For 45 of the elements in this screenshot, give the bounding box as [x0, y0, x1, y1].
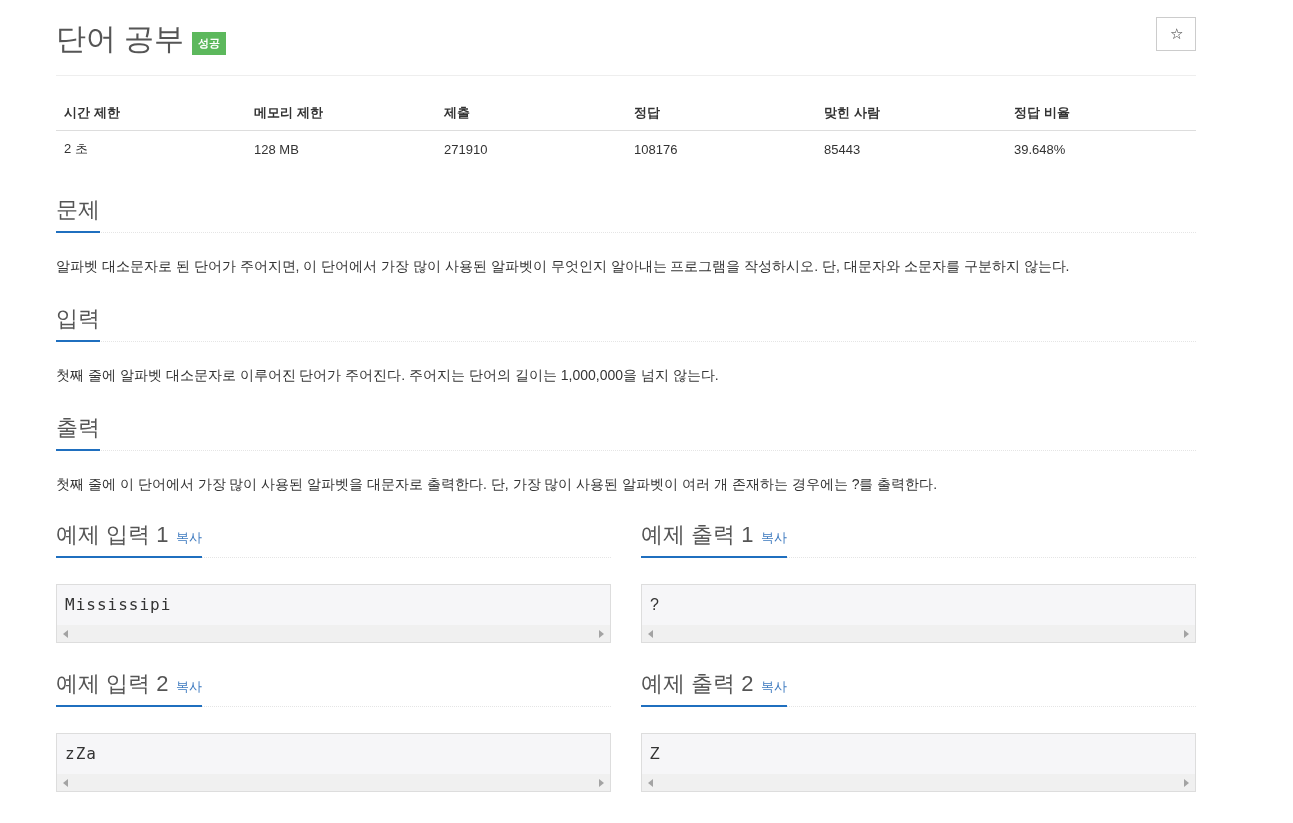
copy-link[interactable]: 복사	[761, 529, 788, 547]
sample-text: zZa	[64, 743, 98, 765]
sample-heading: 예제 출력 1	[641, 521, 754, 549]
scroll-left-icon[interactable]	[648, 778, 653, 787]
sample-heading: 예제 출력 2	[641, 670, 754, 698]
horizontal-scrollbar[interactable]	[57, 774, 610, 791]
sample-text: ?	[649, 595, 660, 615]
table-cell: 271910	[436, 130, 626, 167]
table-cell: 39.648%	[1006, 130, 1196, 167]
table-cell: 128 MB	[246, 130, 436, 167]
sample-heading: 예제 입력 1	[56, 521, 169, 549]
problem-title: 단어 공부	[56, 21, 185, 57]
sample-text: Mississipi	[64, 594, 173, 616]
column-header: 정답 비율	[1006, 96, 1196, 131]
column-header: 제출	[436, 96, 626, 131]
horizontal-scrollbar[interactable]	[642, 774, 1195, 791]
copy-link[interactable]: 복사	[761, 678, 788, 696]
scroll-left-icon[interactable]	[63, 629, 68, 638]
copy-link[interactable]: 복사	[176, 529, 203, 547]
result-badge: 성공	[192, 31, 227, 55]
section-text: 알파벳 대소문자로 된 단어가 주어지면, 이 단어에서 가장 많이 사용된 알파벳이 무엇인지 알아내는 프로그램을 작성하시오. 단, 대문자와 소문자를 구분하지 않는다.	[56, 257, 1071, 276]
scroll-left-icon[interactable]	[648, 629, 653, 638]
scroll-right-icon[interactable]	[1184, 629, 1189, 638]
sample-text: Z	[649, 744, 661, 764]
section-heading: 입력	[56, 304, 100, 342]
scroll-right-icon[interactable]	[1184, 778, 1189, 787]
scroll-right-icon[interactable]	[599, 629, 604, 638]
table-cell: 85443	[816, 130, 1006, 167]
copy-link[interactable]: 복사	[176, 678, 203, 696]
column-header: 메모리 제한	[246, 96, 436, 131]
table-cell: 108176	[626, 130, 816, 167]
table-cell: 2 초	[56, 130, 246, 167]
section-text: 첫째 줄에 알파벳 대소문자로 이루어진 단어가 주어진다. 주어지는 단어의 길이는 1,000,000을 넘지 않는다.	[56, 366, 720, 385]
column-header: 맞힌 사람	[816, 96, 1006, 131]
scroll-right-icon[interactable]	[599, 778, 604, 787]
column-header: 시간 제한	[56, 96, 246, 131]
star-button[interactable]: ☆	[1156, 17, 1196, 51]
horizontal-scrollbar[interactable]	[57, 625, 610, 642]
section-text: 첫째 줄에 이 단어에서 가장 많이 사용된 알파벳을 대문자로 출력한다. 단, 가장 많이 사용된 알파벳이 여러 개 존재하는 경우에는 ?를 출력한다.	[56, 475, 939, 494]
column-header: 정답	[626, 96, 816, 131]
sample-heading: 예제 입력 2	[56, 670, 169, 698]
scroll-left-icon[interactable]	[63, 778, 68, 787]
section-heading: 출력	[56, 413, 100, 451]
section-heading: 문제	[56, 195, 100, 233]
horizontal-scrollbar[interactable]	[642, 625, 1195, 642]
